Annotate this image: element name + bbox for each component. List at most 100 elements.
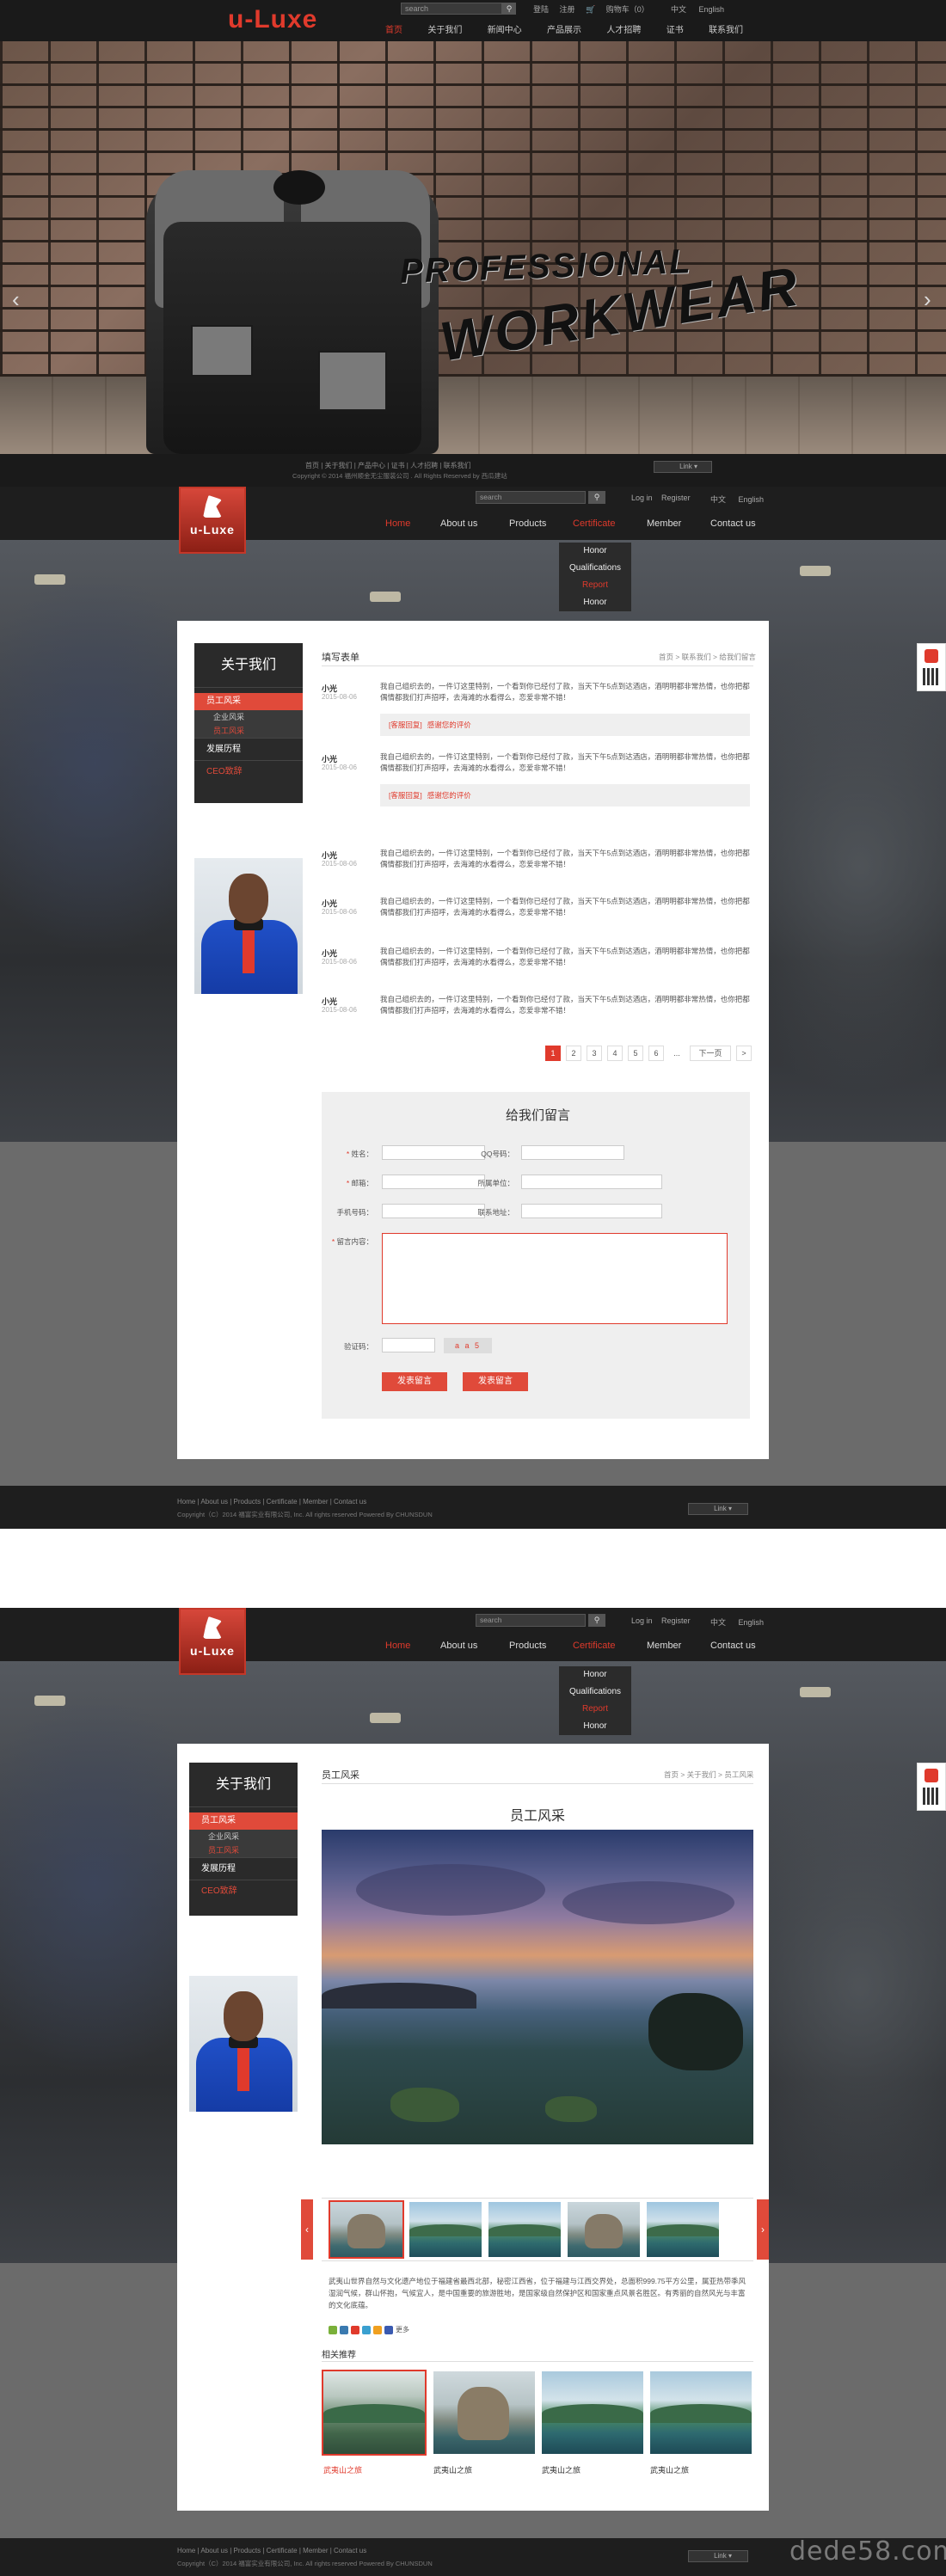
lang-en[interactable]: English	[699, 5, 725, 14]
cart-link[interactable]: 购物车（0）	[606, 5, 649, 14]
nav-news[interactable]: 新闻中心	[488, 22, 522, 40]
nav-member[interactable]: Member	[647, 518, 681, 529]
dropdown-honor[interactable]: Honor	[559, 1666, 631, 1684]
nav-certificate[interactable]: Certificate	[573, 1641, 616, 1651]
nav-home[interactable]: Home	[385, 518, 410, 529]
share-icon[interactable]	[362, 2326, 371, 2334]
share-icon[interactable]	[329, 2326, 337, 2334]
breadcrumb[interactable]: 首页 > 关于我们 > 员工风采	[664, 1769, 753, 1780]
gallery-next-arrow-icon[interactable]: ›	[757, 2199, 769, 2260]
nav-cert[interactable]: 证书	[666, 22, 684, 40]
share-icon[interactable]	[340, 2326, 348, 2334]
breadcrumb[interactable]: 首页 > 联系我们 > 给我们留言	[659, 652, 756, 662]
thumbnail[interactable]	[647, 2202, 719, 2257]
nav-products[interactable]: 产品展示	[547, 22, 581, 40]
page3-search-input[interactable]: search	[476, 1614, 586, 1627]
lang-en[interactable]: English	[739, 495, 765, 504]
related-photo[interactable]	[650, 2371, 752, 2454]
nav-contact[interactable]: Contact us	[710, 1641, 756, 1651]
lang-cn[interactable]: 中文	[710, 495, 726, 504]
company-field[interactable]	[521, 1175, 662, 1189]
sidebar-item-ceo[interactable]: CEO致辞	[189, 1880, 298, 1902]
nav-products[interactable]: Products	[509, 1641, 546, 1651]
address-field[interactable]	[521, 1204, 662, 1218]
page-6[interactable]: 6	[648, 1046, 664, 1061]
related-caption[interactable]: 武夷山之旅	[433, 2464, 535, 2475]
nav-contact[interactable]: 联系我们	[709, 22, 743, 40]
nav-about[interactable]: 关于我们	[427, 22, 462, 40]
dropdown-honor-2[interactable]: Honor	[559, 1718, 631, 1735]
register-link[interactable]: 注册	[560, 5, 575, 14]
search-icon[interactable]: ⚲	[588, 491, 605, 504]
captcha-image[interactable]: a a 5	[444, 1338, 492, 1353]
register-link[interactable]: Register	[661, 1616, 691, 1625]
lang-cn[interactable]: 中文	[710, 1618, 726, 1627]
nav-about[interactable]: About us	[440, 518, 477, 529]
share-icon[interactable]	[351, 2326, 359, 2334]
dropdown-report[interactable]: Report	[559, 577, 631, 594]
nav-about[interactable]: About us	[440, 1641, 477, 1651]
sidebar-sub-staff[interactable]: 员工风采	[189, 1843, 298, 1857]
banner-prev-icon[interactable]: ‹	[12, 286, 20, 313]
related-photo[interactable]	[433, 2371, 535, 2454]
contact-icon[interactable]	[924, 1769, 938, 1782]
page2-link-select[interactable]: Link ▾	[688, 1503, 748, 1515]
submit-button-2[interactable]: 发表留言	[463, 1372, 528, 1391]
dropdown-honor-2[interactable]: Honor	[559, 594, 631, 611]
thumbnail[interactable]	[329, 2200, 404, 2259]
search-icon[interactable]: ⚲	[588, 1614, 605, 1627]
login-link[interactable]: Log in	[631, 494, 653, 502]
cart-icon[interactable]: 🛒	[586, 5, 595, 14]
related-photo[interactable]	[542, 2371, 643, 2454]
nav-home[interactable]: Home	[385, 1641, 410, 1651]
nav-contact[interactable]: Contact us	[710, 518, 756, 529]
page-5[interactable]: 5	[628, 1046, 643, 1061]
home-search-input[interactable]: search	[401, 3, 502, 15]
lang-cn[interactable]: 中文	[671, 5, 686, 14]
page3-link-select[interactable]: Link ▾	[688, 2550, 748, 2562]
sidebar-sub-company[interactable]: 企业风采	[194, 710, 303, 724]
dropdown-honor[interactable]: Honor	[559, 543, 631, 560]
gallery-prev-arrow-icon[interactable]: ‹	[301, 2199, 313, 2260]
sidebar-item-ceo[interactable]: CEO致辞	[194, 760, 303, 782]
share-more-link[interactable]: 更多	[396, 2326, 409, 2334]
qq-field[interactable]	[521, 1145, 624, 1160]
home-footer-links[interactable]: 首页 | 关于我们 | 产品中心 | 证书 | 人才招聘 | 联系我们	[305, 461, 471, 470]
nav-certificate[interactable]: Certificate	[573, 518, 616, 529]
floating-side-tools[interactable]	[917, 1763, 946, 1811]
page-last-button[interactable]: >	[736, 1046, 752, 1061]
related-caption[interactable]: 武夷山之旅	[323, 2464, 425, 2475]
related-photo[interactable]	[322, 2370, 427, 2456]
page2-footer-links[interactable]: Home | About us | Products | Certificate…	[177, 1498, 366, 1506]
related-caption[interactable]: 武夷山之旅	[650, 2464, 752, 2475]
contact-icon[interactable]	[924, 649, 938, 663]
sidebar-sub-company[interactable]: 企业风采	[189, 1830, 298, 1843]
content-textarea[interactable]	[382, 1233, 728, 1324]
sidebar-item-staff[interactable]: 员工风采	[189, 1812, 298, 1830]
page3-footer-links[interactable]: Home | About us | Products | Certificate…	[177, 2547, 366, 2555]
share-icon[interactable]	[373, 2326, 382, 2334]
captcha-field[interactable]	[382, 1338, 435, 1352]
page2-logo[interactable]: u-Luxe	[179, 487, 246, 554]
sidebar-item-history[interactable]: 发展历程	[189, 1857, 298, 1880]
nav-jobs[interactable]: 人才招聘	[606, 22, 641, 40]
page2-search-input[interactable]: search	[476, 491, 586, 504]
sidebar-item-staff[interactable]: 员工风采	[194, 693, 303, 710]
page-3[interactable]: 3	[587, 1046, 602, 1061]
thumbnail[interactable]	[488, 2202, 561, 2257]
nav-member[interactable]: Member	[647, 1641, 681, 1651]
submit-button[interactable]: 发表留言	[382, 1372, 447, 1391]
share-icon[interactable]	[384, 2326, 393, 2334]
dropdown-qualifications[interactable]: Qualifications	[559, 560, 631, 577]
page-2[interactable]: 2	[566, 1046, 581, 1061]
page-1[interactable]: 1	[545, 1046, 561, 1061]
register-link[interactable]: Register	[661, 494, 691, 502]
home-logo[interactable]: u-Luxe	[228, 5, 317, 34]
page-4[interactable]: 4	[607, 1046, 623, 1061]
nav-home[interactable]: 首页	[385, 22, 402, 40]
next-page-button[interactable]: 下一页	[690, 1046, 731, 1061]
login-link[interactable]: Log in	[631, 1616, 653, 1625]
sidebar-sub-staff[interactable]: 员工风采	[194, 724, 303, 738]
floating-side-tools[interactable]	[917, 643, 946, 691]
nav-products[interactable]: Products	[509, 518, 546, 529]
